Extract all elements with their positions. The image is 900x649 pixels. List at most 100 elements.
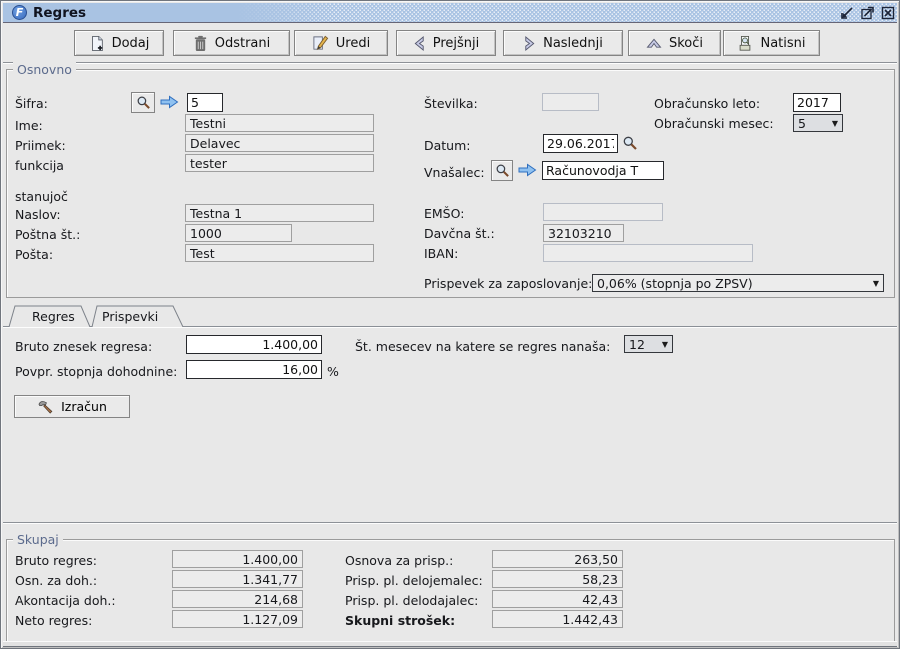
prispevek-value: 0,06% (stopnja po ZPSV) [597, 276, 753, 291]
davcna-st-field: 32103210 [543, 224, 624, 242]
bruto-znesek-input[interactable] [186, 335, 322, 354]
tab-regres[interactable]: Regres [32, 309, 75, 324]
datum-input[interactable] [543, 134, 618, 153]
maximize-button[interactable] [859, 6, 875, 21]
magnifier-icon [136, 95, 151, 110]
dropdown-arrow-icon: ▼ [832, 119, 838, 128]
naslov-label: Naslov: [15, 207, 61, 222]
obracunsko-leto-input[interactable] [793, 93, 841, 112]
prispevek-label: Prispevek za zaposlovanje: [424, 276, 592, 291]
minimize-button[interactable] [839, 6, 855, 21]
osnovno-group-label: Osnovno [13, 62, 76, 77]
funkcija-field: tester [185, 154, 374, 172]
tab-prispevki[interactable]: Prispevki [102, 309, 158, 324]
print-icon [737, 35, 753, 52]
vnasalec-lookup-button[interactable] [491, 160, 513, 181]
natisni-button[interactable]: Natisni [723, 30, 820, 56]
odstrani-button[interactable]: Odstrani [173, 30, 290, 56]
ime-field: Testni [185, 114, 374, 132]
toolbar-separator [3, 62, 897, 64]
akontacija-doh-field: 214,68 [172, 590, 303, 608]
iban-field [543, 244, 753, 262]
prisp-delodajalec-field: 42,43 [492, 590, 623, 608]
neto-regres-label: Neto regres: [15, 613, 92, 628]
povpr-stopnja-label: Povpr. stopnja dohodnine: [15, 364, 177, 379]
bruto-regres-label: Bruto regres: [15, 553, 97, 568]
datum-calendar-lookup-icon[interactable] [622, 135, 638, 151]
emso-field [543, 203, 663, 221]
uredi-label: Uredi [336, 36, 370, 51]
iban-label: IBAN: [424, 246, 458, 261]
funkcija-label: funkcija [15, 158, 64, 173]
priimek-field: Delavec [185, 134, 374, 152]
window-title: Regres [33, 5, 86, 21]
naslov-field: Testna 1 [185, 204, 374, 222]
davcna-st-label: Davčna št.: [424, 226, 495, 241]
st-mesecev-value: 12 [629, 337, 645, 352]
priimek-label: Priimek: [15, 138, 66, 153]
blue-arrow-icon [518, 163, 537, 177]
bruto-regres-field: 1.400,00 [172, 550, 303, 568]
window-bottom-border [3, 641, 897, 647]
osnova-za-prisp-label: Osnova za prisp.: [345, 553, 453, 568]
izracun-button[interactable]: Izračun [14, 395, 130, 418]
obracunsko-leto-label: Obračunsko leto: [654, 96, 760, 111]
trash-icon [193, 35, 208, 52]
povpr-stopnja-input[interactable] [186, 360, 322, 379]
emso-label: EMŠO: [424, 206, 464, 221]
maximize-icon [860, 6, 875, 20]
prisp-delojemalec-field: 58,23 [492, 570, 623, 588]
tab-pane-bottom-border [3, 522, 897, 524]
skupni-strosek-field: 1.442,43 [492, 610, 623, 628]
chevron-left-icon [413, 36, 426, 51]
stanujoc-label: stanujoč [15, 189, 68, 204]
percent-suffix: % [327, 364, 339, 379]
edit-pencil-icon [312, 35, 329, 52]
naslednji-button[interactable]: Naslednji [503, 30, 623, 56]
osn-za-doh-field: 1.341,77 [172, 570, 303, 588]
blue-arrow-icon [160, 95, 179, 109]
bruto-znesek-label: Bruto znesek regresa: [15, 339, 152, 354]
stevilka-label: Številka: [424, 96, 478, 111]
st-mesecev-dropdown[interactable]: 12 ▼ [624, 335, 673, 353]
chevron-up-icon [646, 37, 662, 50]
akontacija-doh-label: Akontacija doh.: [15, 593, 116, 608]
chevron-right-icon [523, 36, 536, 51]
ime-label: Ime: [15, 118, 43, 133]
dropdown-arrow-icon: ▼ [662, 340, 668, 349]
postna-st-field: 1000 [185, 224, 292, 242]
app-logo-icon: F [12, 5, 27, 20]
prejsnji-label: Prejšnji [433, 36, 480, 51]
titlebar[interactable]: F Regres [3, 3, 897, 23]
uredi-button[interactable]: Uredi [294, 30, 388, 56]
posta-label: Pošta: [15, 247, 53, 262]
dodaj-button[interactable]: Dodaj [74, 30, 164, 56]
sifra-lookup-button[interactable] [131, 92, 155, 113]
prejsnji-button[interactable]: Prejšnji [396, 30, 496, 56]
minimize-icon [840, 6, 854, 20]
obracunski-mesec-dropdown[interactable]: 5 ▼ [793, 114, 843, 132]
skoci-label: Skoči [669, 36, 703, 51]
neto-regres-field: 1.127,09 [172, 610, 303, 628]
close-button[interactable] [880, 6, 896, 21]
naslednji-label: Naslednji [543, 36, 603, 51]
skoci-button[interactable]: Skoči [628, 30, 721, 56]
osnova-za-prisp-field: 263,50 [492, 550, 623, 568]
skupaj-group-label: Skupaj [13, 532, 63, 547]
odstrani-label: Odstrani [215, 36, 271, 51]
obracunski-mesec-label: Obračunski mesec: [654, 116, 774, 131]
postna-st-label: Poštna št.: [15, 227, 80, 242]
close-icon [881, 6, 895, 20]
hammer-icon [37, 400, 54, 414]
dodaj-label: Dodaj [112, 36, 150, 51]
posta-field: Test [185, 244, 374, 262]
vnasalec-input[interactable] [542, 161, 664, 180]
prisp-delojemalec-label: Prisp. pl. delojemalec: [345, 573, 483, 588]
vnasalec-label: Vnašalec: [424, 165, 485, 180]
stevilka-field [542, 93, 599, 111]
sifra-input[interactable] [187, 93, 223, 112]
new-document-icon [89, 35, 105, 52]
obracunski-mesec-value: 5 [798, 116, 806, 131]
prispevek-dropdown[interactable]: 0,06% (stopnja po ZPSV) ▼ [592, 274, 884, 292]
skupni-strosek-label: Skupni strošek: [345, 613, 455, 628]
